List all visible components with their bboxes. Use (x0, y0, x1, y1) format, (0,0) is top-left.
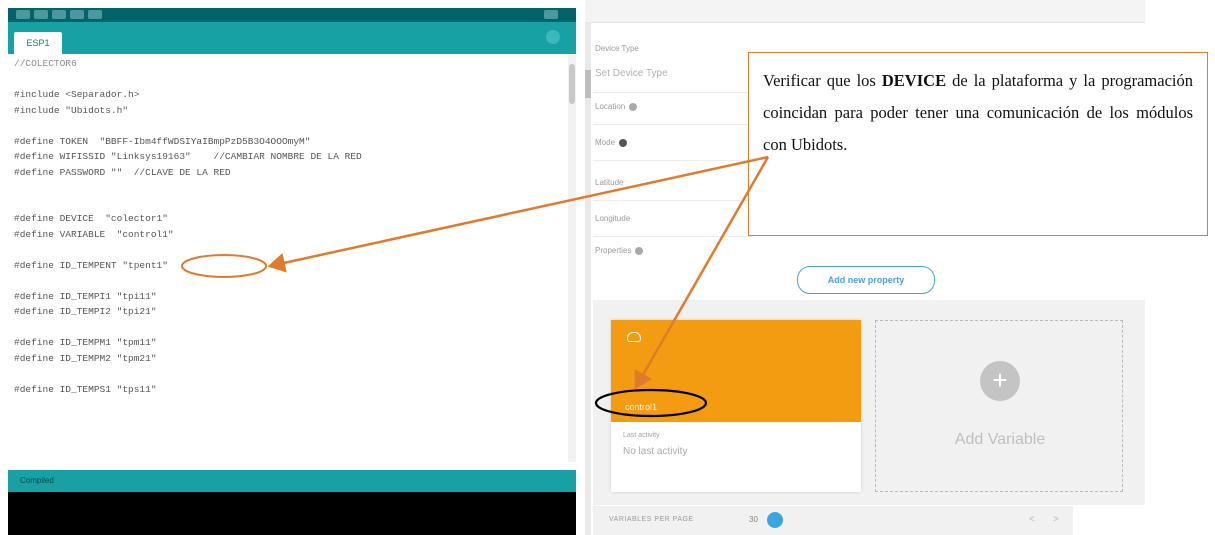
annotation-arrow-to-variable (634, 156, 770, 390)
highlight-ellipse-variable (594, 388, 708, 418)
annotation-arrow-to-code (267, 155, 769, 273)
annotation-overlay (181, 155, 770, 418)
highlight-ellipse-code (181, 254, 267, 278)
